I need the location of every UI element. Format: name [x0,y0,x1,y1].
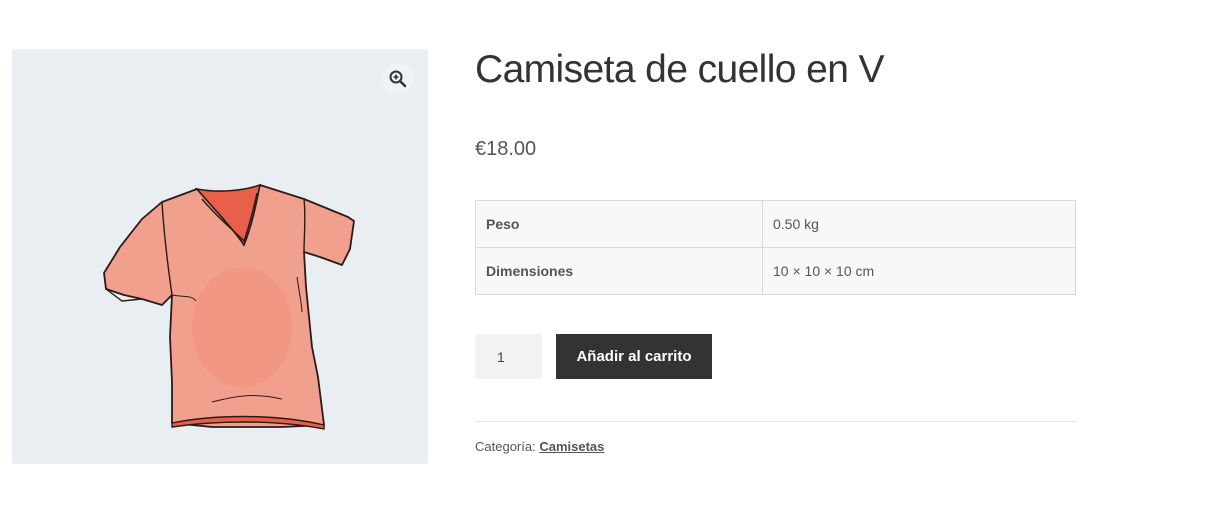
attribute-label: Peso [475,200,763,248]
product-gallery [12,49,428,464]
attribute-value: 10 × 10 × 10 cm [762,247,1076,295]
add-to-cart-button[interactable]: Añadir al carrito [556,334,712,379]
table-row: Peso 0.50 kg [475,200,1076,248]
product-page: Camiseta de cuello en V €18.00 Peso 0.50… [0,0,1205,522]
divider [475,421,1076,422]
product-attributes-table: Peso 0.50 kg Dimensiones 10 × 10 × 10 cm [475,200,1076,295]
table-row: Dimensiones 10 × 10 × 10 cm [475,247,1076,295]
product-title: Camiseta de cuello en V [475,48,885,91]
category-link[interactable]: Camisetas [539,439,604,454]
product-price: €18.00 [475,138,537,160]
attribute-value: 0.50 kg [762,200,1076,248]
product-image[interactable] [92,177,372,432]
quantity-input[interactable] [475,334,542,379]
zoom-button[interactable] [382,63,414,95]
category-label: Categoría: [475,439,536,454]
product-meta: Categoría: Camisetas [475,439,604,454]
attribute-label: Dimensiones [475,247,763,295]
zoom-in-icon [389,70,407,88]
